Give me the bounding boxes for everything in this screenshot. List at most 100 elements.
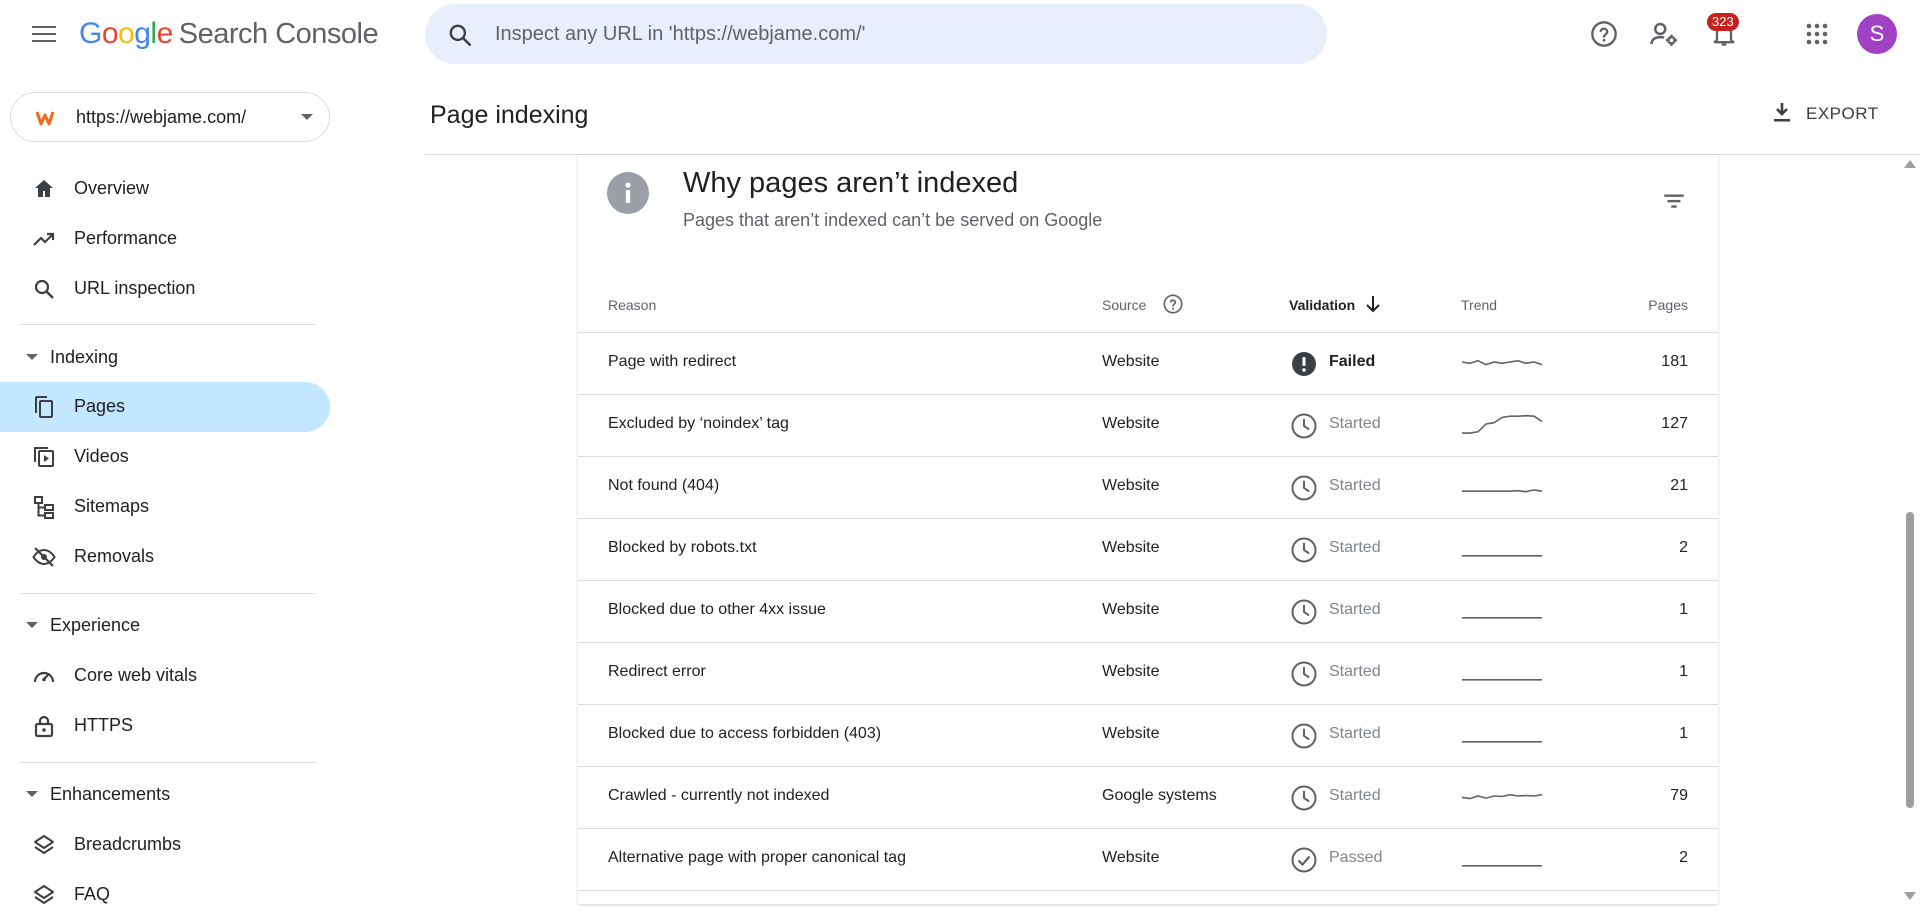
trend-sparkline <box>1462 554 1542 557</box>
clock-icon <box>1291 661 1317 687</box>
validation-status: Started <box>1329 477 1381 494</box>
sidebar-item-pages[interactable]: Pages <box>0 382 330 432</box>
sidebar-item-performance[interactable]: Performance <box>0 214 330 264</box>
clock-icon <box>1291 475 1317 501</box>
clock-icon <box>1291 537 1317 563</box>
sidebar-section-indexing[interactable]: Indexing <box>0 337 330 377</box>
sidebar-item-label: HTTPS <box>74 715 134 735</box>
column-header-validation[interactable]: Validation <box>1289 297 1355 313</box>
sidebar-section-enhancements[interactable]: Enhancements <box>0 774 330 814</box>
table-row[interactable]: Blocked due to other 4xx issue Website Sta… <box>578 581 1718 643</box>
logo-letter: g <box>134 17 151 50</box>
sidebar-item-label: Breadcrumbs <box>74 834 182 854</box>
sidebar-divider <box>20 324 315 325</box>
sidebar-item-faq[interactable]: FAQ <box>0 870 330 920</box>
eye-off-icon <box>32 545 56 569</box>
search-console-logo[interactable]: Google Search Console <box>79 17 379 51</box>
sitemap-icon <box>32 495 56 519</box>
property-favicon-icon <box>33 106 57 130</box>
reason-cell: Redirect error <box>608 663 706 680</box>
collapse-triangle-icon <box>26 354 38 360</box>
trend-line <box>1462 489 1543 493</box>
url-inspect-search[interactable] <box>425 4 1327 64</box>
export-button[interactable]: EXPORT <box>1770 96 1879 132</box>
source-cell: Website <box>1102 353 1160 370</box>
clock-icon <box>1291 599 1317 625</box>
help-icon[interactable] <box>1587 17 1621 51</box>
sidebar-item-url-inspection[interactable]: URL inspection <box>0 264 330 314</box>
sidebar-item-videos[interactable]: Videos <box>0 432 330 482</box>
sidebar-item-core-web-vitals[interactable]: Core web vitals <box>0 651 330 701</box>
sidebar-item-breadcrumbs[interactable]: Breadcrumbs <box>0 820 330 870</box>
search-icon <box>32 277 56 301</box>
arrow-down-icon[interactable] <box>1364 294 1382 319</box>
sidebar-item-https[interactable]: HTTPS <box>0 701 330 751</box>
table-row[interactable]: Page with redirect Website Failed 181 <box>578 333 1718 395</box>
table-row[interactable]: Alternative page with proper canonical t… <box>578 829 1718 891</box>
sidebar-item-sitemaps[interactable]: Sitemaps <box>0 482 330 532</box>
source-cell: Google systems <box>1102 787 1217 804</box>
source-cell: Website <box>1102 539 1160 556</box>
sidebar-section-experience[interactable]: Experience <box>0 605 330 645</box>
apps-grid-icon[interactable] <box>1800 17 1834 51</box>
sidebar-item-overview[interactable]: Overview <box>0 164 330 214</box>
main-menu-button[interactable] <box>28 20 60 48</box>
check-circle-icon <box>1291 847 1317 873</box>
table-row[interactable]: Blocked due to access forbidden (403) Web… <box>578 705 1718 767</box>
table-row[interactable]: Excluded by ‘noindex’ tag Website Started 1… <box>578 395 1718 457</box>
validation-status: Started <box>1329 663 1381 680</box>
reason-cell: Page with redirect <box>608 353 737 370</box>
collapse-triangle-icon <box>26 622 38 628</box>
scroll-down-arrow-icon[interactable] <box>1904 892 1916 900</box>
card-subtitle: Pages that aren’t indexed can’t be serve… <box>683 210 1103 230</box>
error-icon <box>1292 352 1316 376</box>
sidebar-item-label: Overview <box>74 178 150 198</box>
pages-count: 79 <box>1670 787 1688 804</box>
sidebar-item-label: Videos <box>74 446 129 466</box>
account-avatar[interactable]: S <box>1857 14 1897 54</box>
source-cell: Website <box>1102 663 1160 680</box>
pages-count: 181 <box>1661 353 1688 370</box>
notification-badge: 323 <box>1707 13 1739 31</box>
section-label: Experience <box>50 615 141 635</box>
validation-status: Started <box>1329 415 1381 432</box>
pages-count: 1 <box>1679 725 1688 742</box>
reason-cell: Alternative page with proper canonical t… <box>608 849 906 866</box>
section-label: Indexing <box>50 347 119 367</box>
export-label: EXPORT <box>1806 104 1879 123</box>
product-name: Search Console <box>178 18 379 50</box>
info-icon <box>607 172 649 214</box>
table-row[interactable]: Crawled - currently not indexed Google sy… <box>578 767 1718 829</box>
filter-icon[interactable] <box>1658 185 1690 217</box>
source-cell: Website <box>1102 725 1160 742</box>
table-row[interactable]: Redirect error Website Started 1 <box>578 643 1718 705</box>
column-header-pages[interactable]: Pages <box>1648 297 1688 313</box>
url-inspect-input[interactable] <box>495 4 1295 64</box>
table-row[interactable]: Blocked by robots.txt Website Started 2 <box>578 519 1718 581</box>
property-selector[interactable]: https://webjame.com/ <box>10 92 330 142</box>
reason-cell: Blocked by robots.txt <box>608 539 757 556</box>
column-header-source[interactable]: Source <box>1102 297 1146 313</box>
scrollbar-thumb[interactable] <box>1906 512 1914 808</box>
reason-cell: Blocked due to access forbidden (403) <box>608 725 882 742</box>
table-header: Reason Source Validation Trend Pages <box>578 275 1718 333</box>
sidebar-divider <box>20 593 315 594</box>
table-row[interactable]: Not found (404) Website Started 21 <box>578 457 1718 519</box>
sidebar-item-label: URL inspection <box>74 278 196 298</box>
reason-cell: Crawled - currently not indexed <box>608 787 830 804</box>
pages-count: 127 <box>1661 415 1688 432</box>
sidebar-item-label: Removals <box>74 546 155 566</box>
source-cell: Website <box>1102 849 1160 866</box>
validation-status: Failed <box>1329 353 1376 370</box>
pages-count: 2 <box>1679 849 1688 866</box>
user-settings-icon[interactable] <box>1647 17 1681 51</box>
help-icon[interactable] <box>1162 293 1184 320</box>
top-bar: GoogleSearch Console 323 S <box>0 0 1920 70</box>
pages-icon <box>32 395 56 419</box>
why-not-indexed-card: Why pages aren’t indexed Pages that aren… <box>578 155 1718 904</box>
sidebar-item-removals[interactable]: Removals <box>0 532 330 582</box>
column-header-trend[interactable]: Trend <box>1461 297 1497 313</box>
scroll-up-arrow-icon[interactable] <box>1904 160 1916 168</box>
sidebar-item-label: Sitemaps <box>74 496 150 516</box>
column-header-reason[interactable]: Reason <box>608 297 656 313</box>
